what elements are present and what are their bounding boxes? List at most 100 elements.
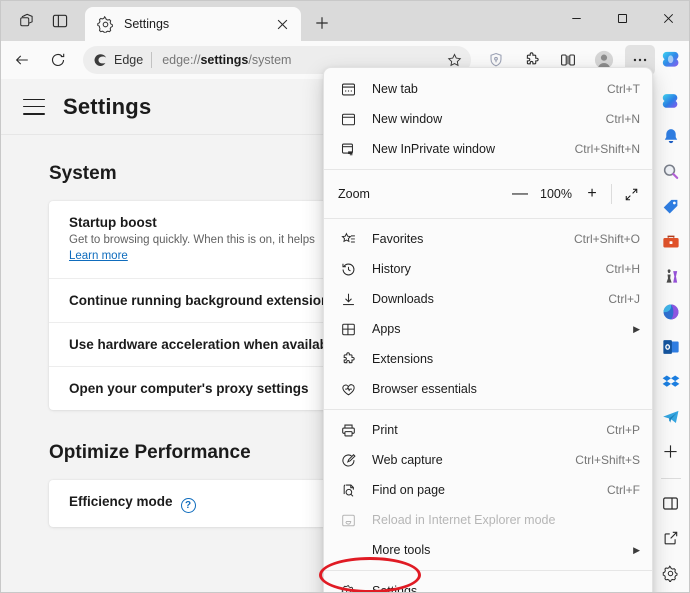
menu-item-more-tools[interactable]: More tools ▶ xyxy=(324,535,652,565)
menu-item-label: Browser essentials xyxy=(372,382,477,396)
internet-explorer-icon xyxy=(338,513,358,528)
setting-title: Open your computer's proxy settings xyxy=(69,381,309,396)
search-icon[interactable] xyxy=(656,157,686,186)
inprivate-icon xyxy=(338,142,358,157)
learn-more-link[interactable]: Learn more xyxy=(69,250,128,262)
zoom-in-button[interactable]: + xyxy=(577,180,607,208)
setting-title: Efficiency mode? xyxy=(69,494,196,513)
menu-item-new-window[interactable]: New window Ctrl+N xyxy=(324,104,652,134)
refresh-icon[interactable] xyxy=(43,45,73,75)
menu-item-web-capture[interactable]: Web capture Ctrl+Shift+S xyxy=(324,445,652,475)
menu-item-label: More tools xyxy=(372,543,431,557)
zoom-divider xyxy=(611,184,612,204)
chevron-right-icon: ▶ xyxy=(633,323,640,334)
menu-item-shortcut: Ctrl+H xyxy=(605,262,640,276)
menu-item-label: Print xyxy=(372,423,398,437)
menu-item-shortcut: Ctrl+N xyxy=(605,112,640,126)
copilot-icon[interactable] xyxy=(655,45,687,75)
tab-title: Settings xyxy=(124,17,170,31)
menu-item-downloads[interactable]: Downloads Ctrl+J xyxy=(324,284,652,314)
setting-title-text: Efficiency mode xyxy=(69,494,173,509)
browser-essentials-icon xyxy=(338,382,358,397)
telegram-icon[interactable] xyxy=(656,402,686,431)
notifications-bell-icon[interactable] xyxy=(656,122,686,151)
browser-tab[interactable]: Settings xyxy=(85,7,301,41)
menu-item-shortcut: Ctrl+P xyxy=(606,423,640,437)
menu-item-settings[interactable]: Settings xyxy=(324,576,652,592)
menu-divider xyxy=(324,169,652,170)
setting-description: Get to browsing quickly. When this is on… xyxy=(69,234,315,246)
menu-item-shortcut: Ctrl+Shift+N xyxy=(574,142,640,156)
menu-item-label: History xyxy=(372,262,411,276)
menu-item-label: New InPrivate window xyxy=(372,142,495,156)
chevron-right-icon: ▶ xyxy=(633,544,640,555)
maximize-button[interactable] xyxy=(599,1,645,35)
find-on-page-icon xyxy=(338,483,358,498)
apps-grid-icon xyxy=(338,322,358,337)
menu-item-new-tab[interactable]: New tab Ctrl+T xyxy=(324,74,652,104)
edge-label: Edge xyxy=(114,53,144,67)
vertical-tabs-icon[interactable] xyxy=(43,4,77,38)
menu-item-label: Find on page xyxy=(372,483,445,497)
open-in-new-window-icon[interactable] xyxy=(656,524,686,553)
settings-and-more-menu: New tab Ctrl+T New window Ctrl+N New InP… xyxy=(323,67,653,592)
page-title: Settings xyxy=(63,93,152,119)
copilot-icon[interactable] xyxy=(656,87,686,116)
menu-item-reload-in-ie-mode: Reload in Internet Explorer mode xyxy=(324,505,652,535)
menu-item-extensions[interactable]: Extensions xyxy=(324,344,652,374)
tools-briefcase-icon[interactable] xyxy=(656,227,686,256)
zoom-out-button[interactable]: — xyxy=(505,180,535,208)
menu-item-history[interactable]: History Ctrl+H xyxy=(324,254,652,284)
settings-gear-icon xyxy=(338,584,358,592)
sidebar-divider xyxy=(660,478,681,479)
menu-item-apps[interactable]: Apps ▶ xyxy=(324,314,652,344)
menu-item-new-inprivate-window[interactable]: New InPrivate window Ctrl+Shift+N xyxy=(324,134,652,164)
menu-item-print[interactable]: Print Ctrl+P xyxy=(324,415,652,445)
back-arrow-icon[interactable] xyxy=(7,45,37,75)
new-tab-button[interactable] xyxy=(307,8,337,38)
menu-item-shortcut: Ctrl+Shift+O xyxy=(573,232,640,246)
menu-item-browser-essentials[interactable]: Browser essentials xyxy=(324,374,652,404)
outlook-icon[interactable] xyxy=(656,332,686,361)
url-text[interactable]: edge://settings/system xyxy=(162,53,441,67)
setting-title: Continue running background extensions xyxy=(69,293,337,308)
minimize-button[interactable] xyxy=(553,1,599,35)
fullscreen-icon[interactable] xyxy=(616,180,646,208)
menu-item-favorites[interactable]: Favorites Ctrl+Shift+O xyxy=(324,224,652,254)
zoom-label: Zoom xyxy=(338,187,370,201)
add-icon[interactable] xyxy=(656,437,686,466)
microsoft-365-icon[interactable] xyxy=(656,297,686,326)
games-icon[interactable] xyxy=(656,262,686,291)
menu-item-label: Favorites xyxy=(372,232,424,246)
menu-item-label: Web capture xyxy=(372,453,443,467)
menu-item-label: Downloads xyxy=(372,292,434,306)
extensions-puzzle-icon xyxy=(338,351,358,367)
sidebar-settings-icon[interactable] xyxy=(656,559,686,588)
menu-item-find-on-page[interactable]: Find on page Ctrl+F xyxy=(324,475,652,505)
new-window-icon xyxy=(338,112,358,127)
menu-divider xyxy=(324,218,652,219)
menu-item-label: Apps xyxy=(372,322,401,336)
shopping-tag-icon[interactable] xyxy=(656,192,686,221)
menu-item-shortcut: Ctrl+F xyxy=(607,483,640,497)
hamburger-icon[interactable] xyxy=(23,98,45,115)
menu-divider xyxy=(324,570,652,571)
browser-window: Settings Edge edge://settings/system Set… xyxy=(0,0,690,593)
new-tab-icon xyxy=(338,82,358,97)
edge-logo-icon xyxy=(93,53,108,68)
dropbox-icon[interactable] xyxy=(656,367,686,396)
sidebar-toggle-icon[interactable] xyxy=(656,489,686,518)
close-button[interactable] xyxy=(645,1,689,35)
favorites-star-icon xyxy=(338,232,358,247)
menu-item-shortcut: Ctrl+T xyxy=(607,82,640,96)
tab-search-icon[interactable] xyxy=(9,4,43,38)
menu-item-label: New window xyxy=(372,112,443,126)
menu-item-shortcut: Ctrl+J xyxy=(608,292,640,306)
downloads-arrow-icon xyxy=(338,292,358,307)
edge-identity-chip: Edge xyxy=(91,53,151,68)
help-icon[interactable]: ? xyxy=(180,498,196,513)
window-controls xyxy=(553,1,689,35)
menu-item-shortcut: Ctrl+Shift+S xyxy=(575,453,640,467)
menu-zoom-row: Zoom — 100% + xyxy=(324,175,652,213)
close-icon[interactable] xyxy=(271,13,293,35)
